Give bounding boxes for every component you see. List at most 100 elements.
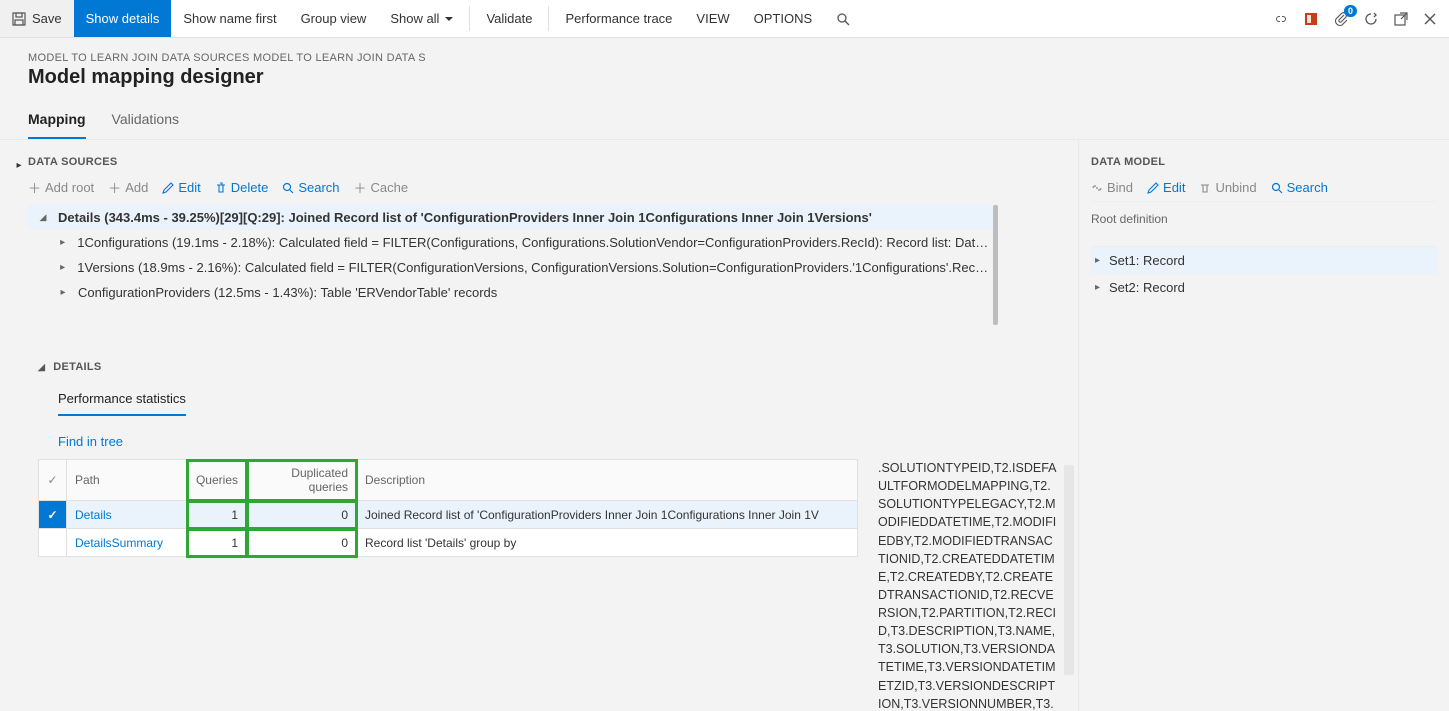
cache-button[interactable]: ＋Cache [354, 178, 409, 197]
search-icon [282, 182, 294, 194]
options-menu[interactable]: OPTIONS [742, 0, 825, 37]
expand-icon[interactable] [36, 212, 50, 223]
expand-icon[interactable] [56, 262, 69, 273]
tree-node-label: 1Versions (18.9ms - 2.16%): Calculated f… [77, 260, 990, 275]
stats-grid-wrap: ✓ Path Queries Duplicated queries Descri… [38, 459, 858, 711]
search-icon [1271, 182, 1283, 194]
perf-stats-tab[interactable]: Performance statistics [58, 385, 186, 416]
tree-scrollbar[interactable] [993, 205, 998, 325]
tree-node-configurationproviders[interactable]: ConfigurationProviders (12.5ms - 1.43%):… [48, 280, 998, 305]
show-all-label: Show all [390, 11, 439, 26]
dm-node-set1[interactable]: Set1: Record [1091, 247, 1437, 274]
expand-icon[interactable] [56, 287, 70, 298]
tree-node-details[interactable]: Details (343.4ms - 39.25%)[29][Q:29]: Jo… [28, 205, 998, 230]
cell-dup: 0 [247, 529, 357, 557]
row-checkbox[interactable] [39, 529, 67, 557]
show-details-button[interactable]: Show details [74, 0, 172, 37]
path-link[interactable]: DetailsSummary [75, 536, 163, 550]
bind-button[interactable]: Bind [1091, 180, 1133, 195]
cell-path: Details [67, 501, 187, 529]
col-path[interactable]: Path [67, 460, 187, 501]
save-label: Save [32, 11, 62, 26]
show-all-dropdown[interactable]: Show all [378, 0, 465, 37]
show-details-label: Show details [86, 11, 160, 26]
app-toolbar: Save Show details Show name first Group … [0, 0, 1449, 38]
chevron-right-icon [16, 156, 21, 171]
add-root-button[interactable]: ＋Add root [28, 178, 94, 197]
save-button[interactable]: Save [0, 0, 74, 37]
popout-icon[interactable] [1393, 11, 1409, 27]
validate-label: Validate [486, 11, 532, 26]
tab-validations[interactable]: Validations [112, 105, 179, 139]
cell-path: DetailsSummary [67, 529, 187, 557]
show-name-first-button[interactable]: Show name first [171, 0, 288, 37]
stats-grid: ✓ Path Queries Duplicated queries Descri… [38, 459, 858, 557]
expand-icon[interactable] [1095, 255, 1109, 266]
validate-button[interactable]: Validate [474, 0, 544, 37]
collapse-toggle[interactable] [10, 150, 28, 305]
delete-button[interactable]: Delete [215, 178, 269, 197]
group-view-label: Group view [301, 11, 367, 26]
close-icon[interactable] [1423, 12, 1437, 26]
attach-icon[interactable]: 0 [1333, 11, 1349, 27]
group-view-button[interactable]: Group view [289, 0, 379, 37]
collapse-icon [38, 361, 45, 373]
pencil-icon [162, 182, 174, 194]
col-queries[interactable]: Queries [187, 460, 247, 501]
data-sources-section: DATA SOURCES ＋Add root ＋Add Edit Delete [10, 150, 1078, 305]
col-duplicated[interactable]: Duplicated queries [247, 460, 357, 501]
sql-text: .SOLUTIONTYPEID,T2.ISDEFAULTFORMODELMAPP… [878, 459, 1058, 711]
link-icon[interactable] [1273, 11, 1289, 27]
path-link[interactable]: Details [75, 508, 112, 522]
cell-desc: Joined Record list of 'ConfigurationProv… [357, 501, 858, 529]
view-menu[interactable]: VIEW [684, 0, 741, 37]
trash-icon [1199, 182, 1211, 194]
refresh-icon[interactable] [1363, 11, 1379, 27]
save-icon [12, 12, 26, 26]
cell-dup: 0 [247, 501, 357, 529]
edit-dm-button[interactable]: Edit [1147, 180, 1185, 195]
options-label: OPTIONS [754, 11, 813, 26]
data-sources-label: DATA SOURCES [28, 150, 1078, 174]
dm-node-label: Set1: Record [1109, 253, 1185, 268]
cell-queries: 1 [187, 501, 247, 529]
tree-node-1versions[interactable]: 1Versions (18.9ms - 2.16%): Calculated f… [48, 255, 998, 280]
page-header: MODEL TO LEARN JOIN DATA SOURCES MODEL T… [0, 38, 1449, 97]
table-row[interactable]: ✓ Details 1 0 Joined Record list of 'Con… [39, 501, 858, 529]
tree-node-1configurations[interactable]: 1Configurations (19.1ms - 2.18%): Calcul… [48, 230, 998, 255]
search-button[interactable] [824, 0, 862, 37]
office-icon[interactable] [1303, 11, 1319, 27]
col-description[interactable]: Description [357, 460, 858, 501]
toolbar-separator [469, 6, 470, 31]
row-checkbox[interactable]: ✓ [39, 501, 67, 529]
dm-node-set2[interactable]: Set2: Record [1091, 274, 1437, 301]
toolbar-left: Save Show details Show name first Group … [0, 0, 862, 37]
performance-trace-button[interactable]: Performance trace [553, 0, 684, 37]
details-header[interactable]: DETAILS [38, 355, 1078, 379]
check-icon: ✓ [47, 508, 57, 522]
edit-button[interactable]: Edit [162, 178, 200, 197]
unbind-button[interactable]: Unbind [1199, 180, 1256, 195]
search-dm-button[interactable]: Search [1271, 180, 1328, 195]
check-icon: ✓ [47, 473, 57, 487]
tree-node-label: Details (343.4ms - 39.25%)[29][Q:29]: Jo… [58, 210, 872, 225]
page-tabs: Mapping Validations [0, 97, 1449, 140]
tree-node-label: ConfigurationProviders (12.5ms - 1.43%):… [78, 285, 497, 300]
plus-icon: ＋ [28, 178, 41, 197]
details-body: ✓ Path Queries Duplicated queries Descri… [38, 459, 1078, 711]
search-ds-button[interactable]: Search [282, 178, 339, 197]
col-select[interactable]: ✓ [39, 460, 67, 501]
root-definition-label: Root definition [1091, 202, 1437, 236]
sql-scrollbar-track[interactable] [1064, 465, 1074, 675]
find-in-tree-link[interactable]: Find in tree [58, 434, 123, 449]
add-button[interactable]: ＋Add [108, 178, 148, 197]
expand-icon[interactable] [56, 237, 69, 248]
expand-icon[interactable] [1095, 282, 1109, 293]
tab-mapping[interactable]: Mapping [28, 105, 86, 139]
details-section: DETAILS Performance statistics Find in t… [10, 355, 1078, 711]
table-row[interactable]: DetailsSummary 1 0 Record list 'Details'… [39, 529, 858, 557]
view-label: VIEW [696, 11, 729, 26]
bind-icon [1091, 182, 1103, 194]
cell-queries: 1 [187, 529, 247, 557]
search-icon [836, 12, 850, 26]
